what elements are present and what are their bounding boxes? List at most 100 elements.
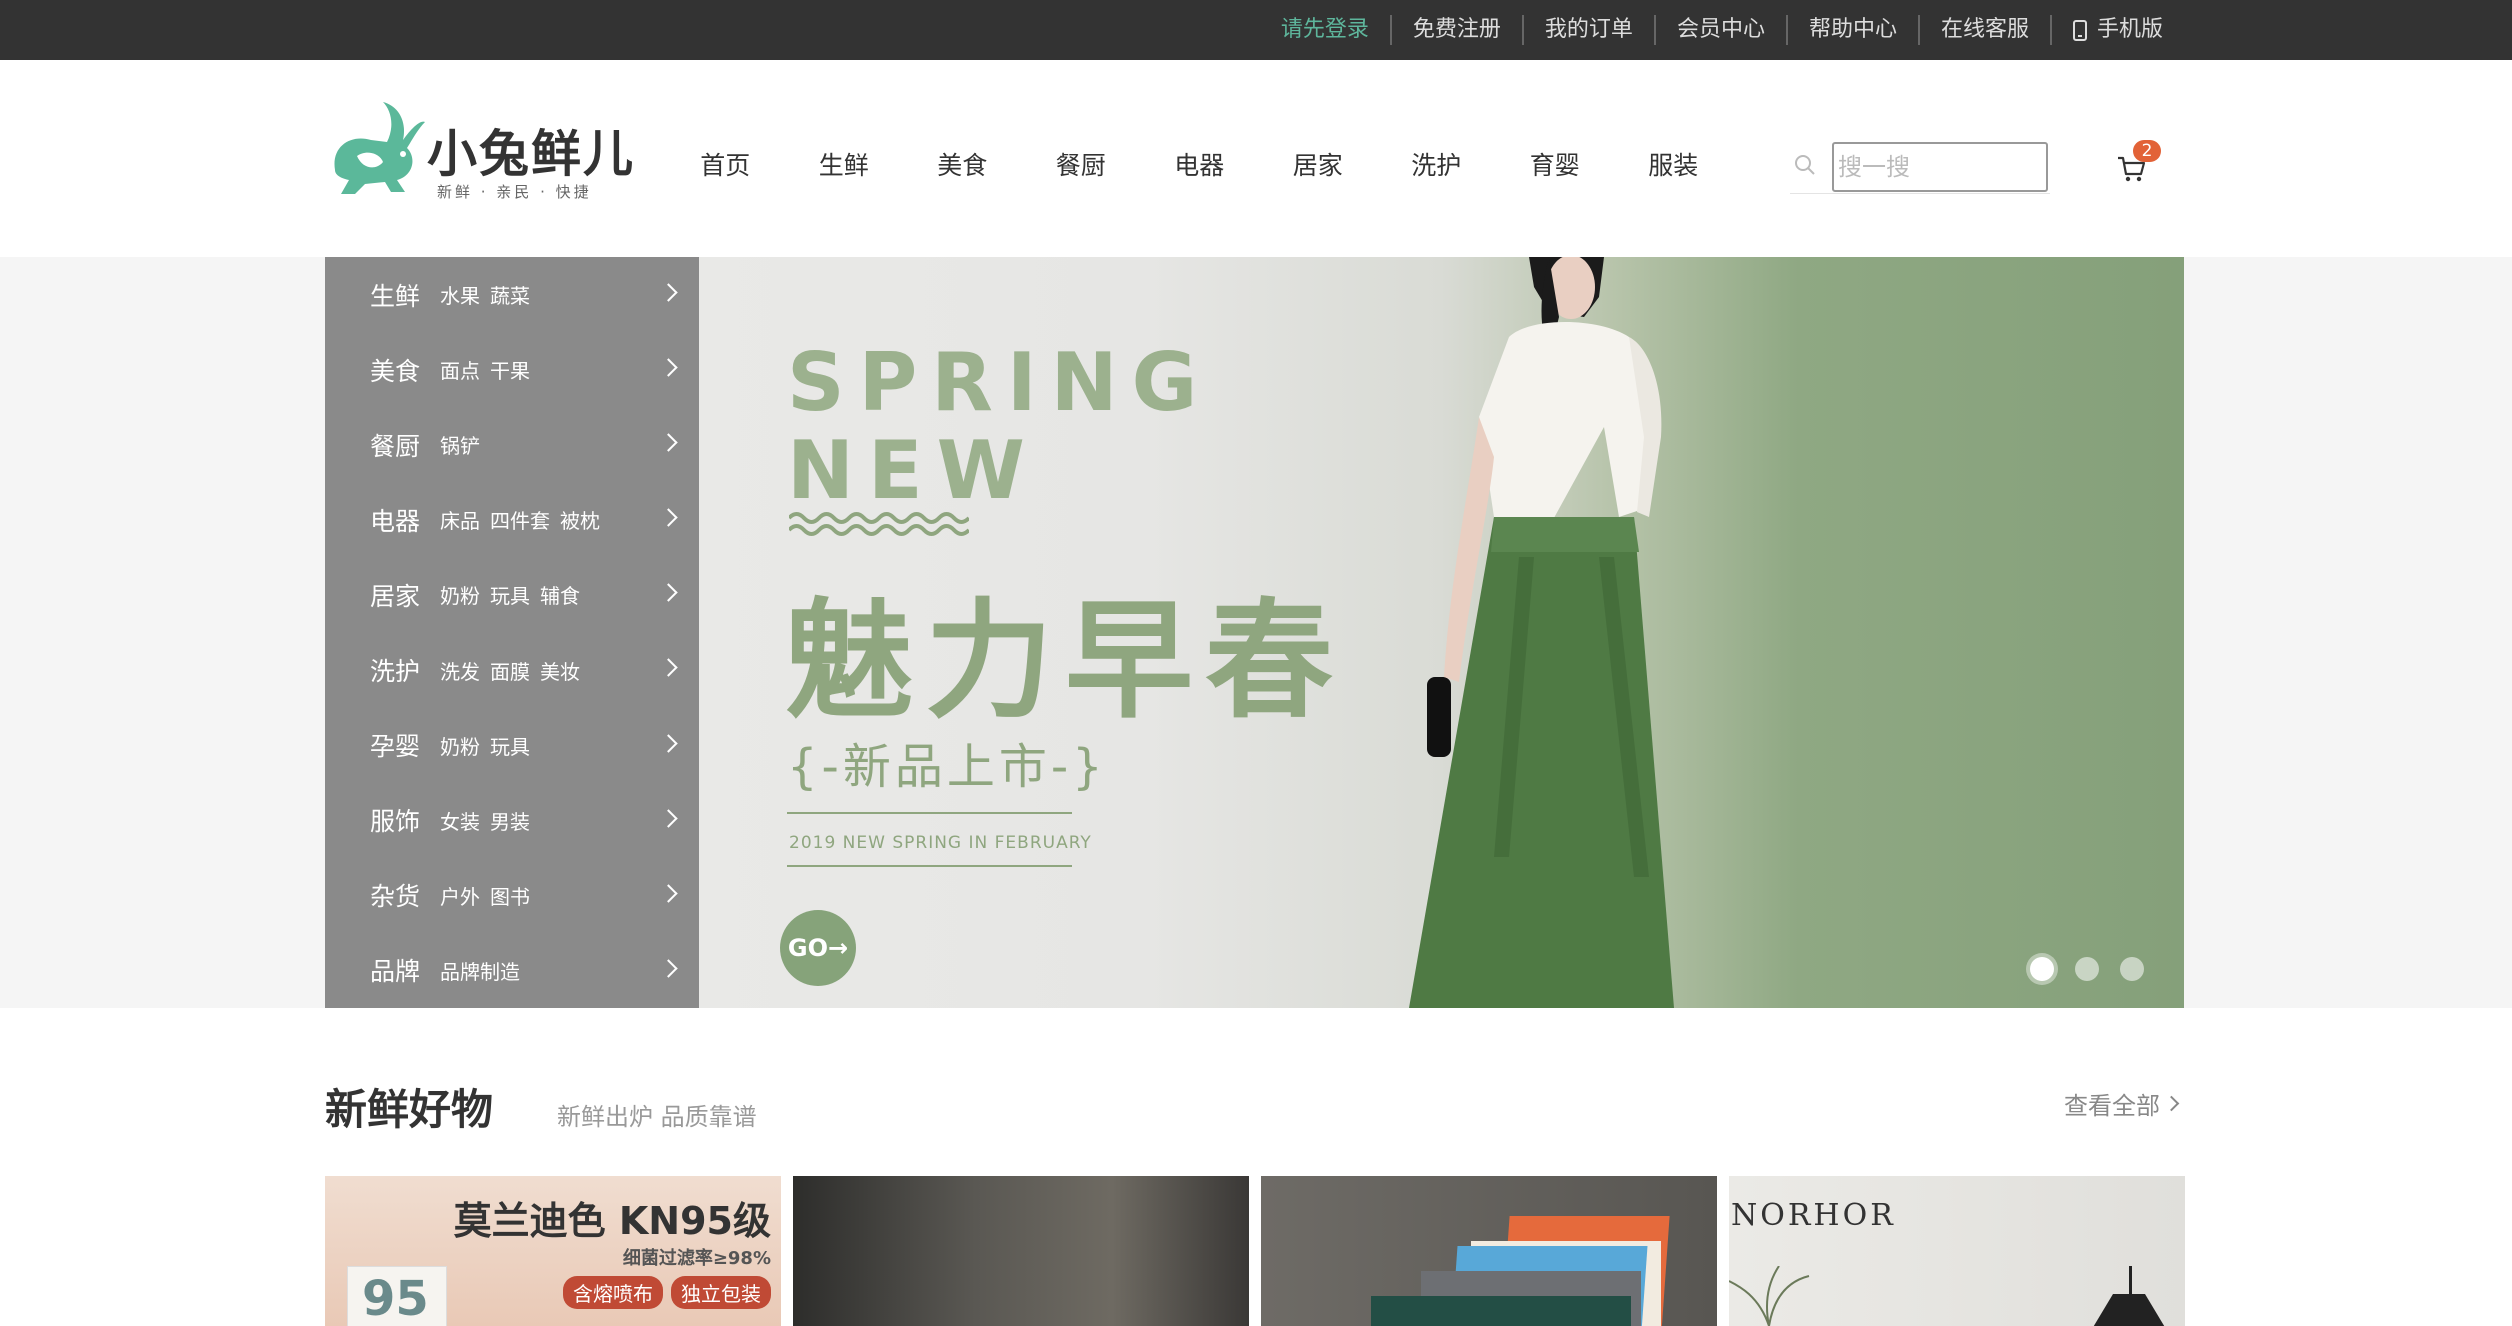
banner-line2: NEW	[787, 424, 1039, 517]
category-item-apparel[interactable]: 服饰 女装 男装	[325, 783, 699, 858]
category-name: 孕婴	[370, 732, 421, 762]
category-item-kitchen[interactable]: 餐厨 锅铲	[325, 407, 699, 482]
category-name: 品牌	[370, 957, 421, 987]
product-tag: 含熔喷布	[563, 1276, 663, 1309]
category-subs: 女装 男装	[440, 809, 531, 834]
category-item-brand[interactable]: 品牌 品牌制造	[325, 933, 699, 1008]
banner-sub-slogan: {-新品上市-}	[787, 739, 1107, 795]
category-menu: 生鲜 水果 蔬菜 美食 面点 干果 餐厨 锅铲 电器 床品 四件套 被枕 居家 奶粉 玩具…	[325, 257, 699, 1008]
mobile-version-label: 手机版	[2096, 17, 2163, 42]
nav-fresh[interactable]: 生鲜	[785, 146, 904, 182]
product-tags: 含熔喷布 独立包装	[563, 1276, 771, 1309]
chevron-right-icon	[659, 583, 678, 603]
search-icon[interactable]	[1794, 154, 1816, 176]
register-link[interactable]: 免费注册	[1389, 15, 1522, 45]
category-subs: 水果 蔬菜	[440, 284, 531, 309]
chevron-right-icon	[659, 358, 678, 377]
product-image: 95	[347, 1266, 447, 1326]
category-subs: 奶粉 玩具	[440, 734, 531, 759]
category-name: 生鲜	[370, 281, 421, 311]
carousel-indicators	[2030, 957, 2144, 981]
category-subs: 锅铲	[440, 434, 481, 459]
banner-headline: SPRING NEW	[787, 339, 1211, 515]
nav-kitchen[interactable]: 餐厨	[1022, 146, 1141, 182]
category-item-fresh[interactable]: 生鲜 水果 蔬菜	[325, 257, 699, 332]
category-name: 服饰	[370, 807, 421, 837]
category-subs: 奶粉 玩具 辅食	[440, 584, 581, 609]
banner-carousel[interactable]: SPRING NEW 魅力早春 {-新品上市-} 2019 NEW SPRING…	[699, 257, 2184, 1008]
mobile-version-link[interactable]: 手机版	[2049, 15, 2184, 45]
view-all-label: 查看全部	[2064, 1092, 2160, 1120]
top-nav: 请先登录 免费注册 我的订单 会员中心 帮助中心 在线客服 手机版	[1260, 0, 2184, 60]
product-card-4[interactable]: NORHOR	[1729, 1176, 2185, 1326]
nav-care[interactable]: 洗护	[1377, 146, 1496, 182]
search-box	[1790, 142, 2050, 194]
category-item-baby[interactable]: 孕婴 奶粉 玩具	[325, 708, 699, 783]
product-tag: 独立包装	[671, 1276, 771, 1309]
section-title: 新鲜好物	[325, 1085, 494, 1134]
view-all-link[interactable]: 查看全部	[2064, 1086, 2180, 1121]
divider	[787, 812, 1072, 814]
product-brand: NORHOR	[1731, 1198, 1896, 1233]
logo-slogan: 新鲜 · 亲民 · 快捷	[437, 183, 592, 201]
product-card-1[interactable]: 95 莫兰迪色 KN95级 细菌过滤率≥98% 含熔喷布 独立包装	[325, 1176, 781, 1326]
nav-food[interactable]: 美食	[903, 146, 1022, 182]
login-link[interactable]: 请先登录	[1260, 15, 1390, 45]
wave-decoration	[789, 512, 969, 536]
nav-clothing[interactable]: 服装	[1614, 146, 1733, 182]
carousel-dot-3[interactable]	[2120, 957, 2144, 981]
category-item-goods[interactable]: 杂货 户外 图书	[325, 858, 699, 933]
product-card-3[interactable]	[1261, 1176, 1717, 1326]
category-name: 居家	[370, 581, 421, 611]
logo-name: 小兔鲜儿	[427, 125, 635, 183]
chevron-right-icon	[659, 658, 678, 678]
my-orders-link[interactable]: 我的订单	[1521, 15, 1654, 45]
search-input[interactable]	[1832, 142, 2048, 192]
carousel-dot-2[interactable]	[2075, 957, 2099, 981]
category-item-home[interactable]: 居家 奶粉 玩具 辅食	[325, 557, 699, 632]
carousel-dot-1[interactable]	[2030, 957, 2054, 981]
plant-image	[1729, 1266, 1810, 1326]
lamp-shade	[2089, 1294, 2169, 1326]
category-item-care[interactable]: 洗护 洗发 面膜 美妆	[325, 632, 699, 707]
online-service-link[interactable]: 在线客服	[1917, 15, 2050, 45]
category-name: 餐厨	[370, 431, 421, 461]
nav-appliance[interactable]: 电器	[1140, 146, 1259, 182]
chevron-right-icon	[659, 283, 678, 302]
category-name: 杂货	[370, 882, 421, 912]
help-center-link[interactable]: 帮助中心	[1785, 15, 1918, 45]
chevron-right-icon	[659, 508, 678, 527]
nav-baby[interactable]: 育婴	[1496, 146, 1615, 182]
logo[interactable]: 小兔鲜儿 新鲜 · 亲民 · 快捷	[325, 96, 633, 206]
category-item-appliance[interactable]: 电器 床品 四件套 被枕	[325, 482, 699, 557]
category-subs: 床品 四件套 被枕	[440, 509, 601, 534]
main-nav: 首页 生鲜 美食 餐厨 电器 居家 洗护 育婴 服装	[666, 146, 1733, 182]
category-name: 洗护	[370, 657, 421, 687]
category-item-food[interactable]: 美食 面点 干果	[325, 332, 699, 407]
chevron-right-icon	[659, 884, 678, 903]
cart-badge: 2	[2133, 140, 2161, 162]
category-name: 美食	[370, 356, 421, 386]
nav-home[interactable]: 首页	[666, 146, 785, 182]
category-subs: 品牌制造	[440, 959, 521, 984]
section-subtitle: 新鲜出炉 品质靠谱	[557, 1103, 757, 1131]
product-card-2[interactable]	[793, 1176, 1249, 1326]
top-bar: 请先登录 免费注册 我的订单 会员中心 帮助中心 在线客服 手机版	[0, 0, 2512, 60]
category-subs: 洗发 面膜 美妆	[440, 659, 581, 684]
nav-home-living[interactable]: 居家	[1259, 146, 1378, 182]
go-button[interactable]: GO→	[780, 910, 856, 986]
chevron-right-icon	[659, 808, 678, 828]
banner-tagline: 2019 NEW SPRING IN FEBRUARY	[789, 833, 1092, 853]
rabbit-logo-icon	[334, 102, 425, 194]
cart-button[interactable]: 2	[2114, 140, 2164, 190]
product-title: 莫兰迪色 KN95级	[453, 1199, 771, 1243]
chevron-right-icon	[659, 433, 678, 452]
banner-slogan: 魅力早春	[785, 587, 1346, 736]
phone-icon	[2072, 19, 2087, 41]
model-image	[1409, 257, 1674, 1008]
product-subtitle: 细菌过滤率≥98%	[622, 1248, 771, 1269]
banner-line1: SPRING	[787, 336, 1212, 429]
chevron-right-icon	[659, 733, 678, 753]
divider	[787, 865, 1072, 867]
member-center-link[interactable]: 会员中心	[1653, 15, 1786, 45]
